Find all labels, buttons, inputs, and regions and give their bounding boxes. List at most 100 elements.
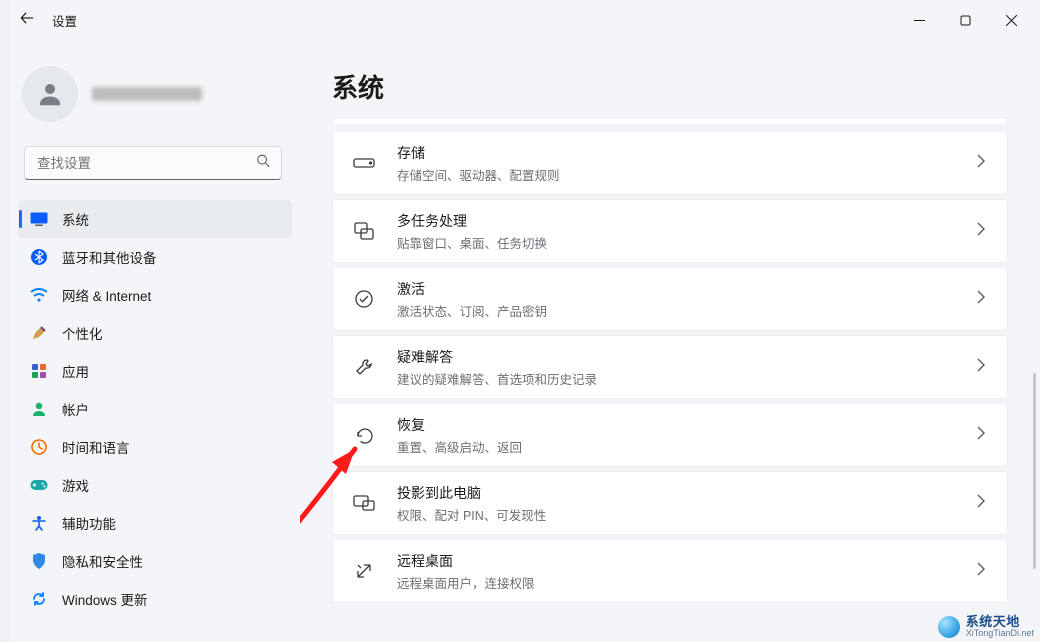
project-icon: [353, 492, 375, 514]
card-text: 投影到此电脑 权限、配对 PIN、可发现性: [397, 483, 954, 524]
chevron-right-icon: [976, 154, 985, 173]
card-title: 存储: [397, 143, 954, 163]
gaming-icon: [30, 476, 48, 494]
sidebar-item-label: 辅助功能: [62, 513, 116, 533]
chevron-right-icon: [976, 494, 985, 513]
close-button[interactable]: [988, 4, 1034, 36]
sidebar-item-accounts[interactable]: 帐户: [18, 390, 292, 428]
settings-window: 设置: [0, 0, 1040, 642]
sidebar-item-label: 游戏: [62, 475, 89, 495]
card-subtitle: 激活状态、订阅、产品密钥: [397, 301, 954, 320]
chevron-right-icon: [976, 358, 985, 377]
watermark-text: 系统天地: [966, 615, 1034, 628]
sidebar-item-label: 应用: [62, 361, 89, 381]
sidebar: 系统 蓝牙和其他设备 网络 & Internet 个性化 应用 帐户 时间和语言…: [0, 40, 300, 642]
accounts-icon: [30, 400, 48, 418]
multitask-icon: [353, 220, 375, 242]
remote-desktop-icon: [353, 560, 375, 582]
activation-icon: [353, 288, 375, 310]
card-recovery[interactable]: 恢复 重置、高级启动、返回: [332, 403, 1008, 467]
chevron-right-icon: [976, 290, 985, 309]
sidebar-item-accessibility[interactable]: 辅助功能: [18, 504, 292, 542]
chevron-right-icon: [976, 426, 985, 445]
card-troubleshoot[interactable]: 疑难解答 建议的疑难解答、首选项和历史记录: [332, 335, 1008, 399]
watermark: 系统天地 XiTongTianDi.net: [938, 615, 1034, 638]
sidebar-item-privacy[interactable]: 隐私和安全性: [18, 542, 292, 580]
sidebar-item-gaming[interactable]: 游戏: [18, 466, 292, 504]
personalize-icon: [30, 324, 48, 342]
sidebar-item-label: 帐户: [62, 399, 89, 419]
sidebar-item-update[interactable]: Windows 更新: [18, 580, 292, 618]
watermark-url: XiTongTianDi.net: [966, 629, 1034, 638]
card-remote-desktop[interactable]: 远程桌面 远程桌面用户，连接权限: [332, 539, 1008, 603]
sidebar-item-label: Windows 更新: [62, 589, 148, 609]
card-text: 疑难解答 建议的疑难解答、首选项和历史记录: [397, 347, 954, 388]
update-icon: [30, 590, 48, 608]
content: 系统 存储 存储空间、驱动器、配置规则 多任务处理 贴靠窗口、桌面、任务切换 激…: [300, 40, 1040, 642]
sidebar-item-label: 隐私和安全性: [62, 551, 143, 571]
scrollbar-thumb[interactable]: [1033, 373, 1036, 569]
window-title: 设置: [52, 11, 77, 30]
card-subtitle: 存储空间、驱动器、配置规则: [397, 165, 954, 184]
troubleshoot-icon: [353, 356, 375, 378]
sidebar-nav: 系统 蓝牙和其他设备 网络 & Internet 个性化 应用 帐户 时间和语言…: [18, 200, 292, 618]
user-display-name: [92, 87, 202, 101]
card-subtitle: 远程桌面用户，连接权限: [397, 573, 954, 592]
card-text: 远程桌面 远程桌面用户，连接权限: [397, 551, 954, 592]
card-title: 多任务处理: [397, 211, 954, 231]
sidebar-item-network[interactable]: 网络 & Internet: [18, 276, 292, 314]
card-multitask[interactable]: 多任务处理 贴靠窗口、桌面、任务切换: [332, 199, 1008, 263]
card-project[interactable]: 投影到此电脑 权限、配对 PIN、可发现性: [332, 471, 1008, 535]
bluetooth-icon: [30, 248, 48, 266]
card-title: 激活: [397, 279, 954, 299]
search-icon: [256, 154, 270, 173]
privacy-icon: [30, 552, 48, 570]
sidebar-item-label: 个性化: [62, 323, 103, 343]
card-subtitle: 重置、高级启动、返回: [397, 437, 954, 456]
storage-icon: [353, 152, 375, 174]
card-title: 远程桌面: [397, 551, 954, 571]
body: 系统 蓝牙和其他设备 网络 & Internet 个性化 应用 帐户 时间和语言…: [0, 40, 1040, 642]
titlebar: 设置: [0, 0, 1040, 40]
chevron-right-icon: [976, 222, 985, 241]
accessibility-icon: [30, 514, 48, 532]
back-button[interactable]: [20, 11, 34, 30]
sidebar-item-apps[interactable]: 应用: [18, 352, 292, 390]
network-icon: [30, 286, 48, 304]
search-field[interactable]: [24, 146, 282, 180]
search-input[interactable]: [24, 146, 282, 180]
chevron-right-icon: [976, 562, 985, 581]
card-text: 恢复 重置、高级启动、返回: [397, 415, 954, 456]
sidebar-item-label: 蓝牙和其他设备: [62, 247, 157, 267]
apps-icon: [30, 362, 48, 380]
card-title: 投影到此电脑: [397, 483, 954, 503]
settings-cards: 存储 存储空间、驱动器、配置规则 多任务处理 贴靠窗口、桌面、任务切换 激活 激…: [332, 131, 1008, 603]
card-text: 激活 激活状态、订阅、产品密钥: [397, 279, 954, 320]
user-block[interactable]: [22, 66, 292, 122]
sidebar-item-bluetooth[interactable]: 蓝牙和其他设备: [18, 238, 292, 276]
card-storage[interactable]: 存储 存储空间、驱动器、配置规则: [332, 131, 1008, 195]
card-text: 多任务处理 贴靠窗口、桌面、任务切换: [397, 211, 954, 252]
card-subtitle: 建议的疑难解答、首选项和历史记录: [397, 369, 954, 388]
avatar: [22, 66, 78, 122]
sidebar-item-personalize[interactable]: 个性化: [18, 314, 292, 352]
watermark-logo-icon: [938, 616, 960, 638]
card-title: 恢复: [397, 415, 954, 435]
sidebar-item-label: 系统: [62, 209, 89, 229]
card-text: 存储 存储空间、驱动器、配置规则: [397, 143, 954, 184]
window-controls: [896, 4, 1034, 36]
card-activation[interactable]: 激活 激活状态、订阅、产品密钥: [332, 267, 1008, 331]
minimize-button[interactable]: [896, 4, 942, 36]
maximize-button[interactable]: [942, 4, 988, 36]
sidebar-item-time-lang[interactable]: 时间和语言: [18, 428, 292, 466]
card-cutoff-top: [332, 117, 1008, 125]
card-subtitle: 贴靠窗口、桌面、任务切换: [397, 233, 954, 252]
sidebar-item-label: 网络 & Internet: [62, 285, 151, 305]
card-title: 疑难解答: [397, 347, 954, 367]
time-lang-icon: [30, 438, 48, 456]
background-edge: [0, 0, 10, 642]
system-icon: [30, 210, 48, 228]
card-subtitle: 权限、配对 PIN、可发现性: [397, 505, 954, 524]
page-title: 系统: [332, 68, 1008, 105]
sidebar-item-system[interactable]: 系统: [18, 200, 292, 238]
